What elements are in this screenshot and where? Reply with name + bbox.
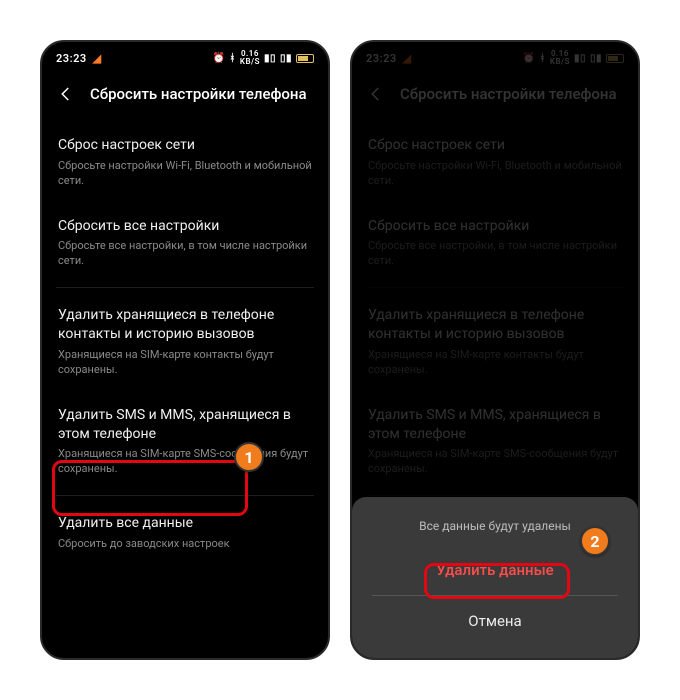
sheet-message: Все данные будут удалены [372,519,618,533]
bluetooth-icon: ᚼ [229,53,236,64]
item-reset-all-settings[interactable]: Сбросить все настройки Сбросьте все наст… [56,203,314,284]
cancel-button[interactable]: Отмена [372,602,618,640]
signal-icon-2: ▯▮ [280,53,292,64]
confirm-bottom-sheet: Все данные будут удалены Удалить данные … [352,497,638,658]
item-subtitle: Сбросьте настройки Wi-Fi, Bluetooth и мо… [58,159,312,189]
divider [56,495,314,496]
battery-icon [296,54,314,63]
alarm-icon: ⏰ [212,53,225,64]
signal-icon-1: ▮▯ [264,53,276,64]
annotation-badge-2: 2 [580,526,610,556]
item-subtitle: Хранящиеся на SIM-карте контакты будут с… [58,348,312,378]
item-title: Удалить SMS и MMS, хранящиеся в этом тел… [58,406,312,444]
back-arrow-icon[interactable] [56,84,76,104]
item-title: Сброс настроек сети [58,136,312,155]
annotation-badge-1: 1 [234,442,264,472]
status-time: 23:23 [56,52,87,65]
item-factory-reset[interactable]: Удалить все данные Сбросить до заводских… [56,500,314,566]
item-subtitle: Хранящиеся на SIM-карте SMS-сообщения бу… [58,447,312,477]
confirm-delete-button[interactable]: Удалить данные [372,551,618,589]
item-subtitle: Сбросить до заводских настроек [58,537,312,552]
phone-screenshot-2: 23:23 ◢ ⏰ ᚼ 0.16 KB/S ▮▯ ▯▮ [350,40,640,660]
divider [56,287,314,288]
item-erase-sms[interactable]: Удалить SMS и MMS, хранящиеся в этом тел… [56,392,314,491]
status-bar: 23:23 ◢ ⏰ ᚼ 0.16 KB/S ▮▯ ▯▮ [42,42,328,70]
net-speed: 0.16 KB/S [240,50,260,66]
item-erase-contacts[interactable]: Удалить хранящиеся в телефоне контакты и… [56,292,314,391]
item-subtitle: Сбросьте все настройки, в том числе наст… [58,239,312,269]
item-title: Сбросить все настройки [58,217,312,236]
divider [372,595,618,596]
item-title: Удалить все данные [58,514,312,533]
item-reset-network[interactable]: Сброс настроек сети Сбросьте настройки W… [56,122,314,203]
screen-title: Сбросить настройки телефона [90,85,307,103]
status-accent-icon: ◢ [93,52,102,65]
phone-screenshot-1: 23:23 ◢ ⏰ ᚼ 0.16 KB/S ▮▯ ▯▮ Сбросить нас… [40,40,330,660]
screen-header: Сбросить настройки телефона [42,70,328,122]
item-title: Удалить хранящиеся в телефоне контакты и… [58,306,312,344]
